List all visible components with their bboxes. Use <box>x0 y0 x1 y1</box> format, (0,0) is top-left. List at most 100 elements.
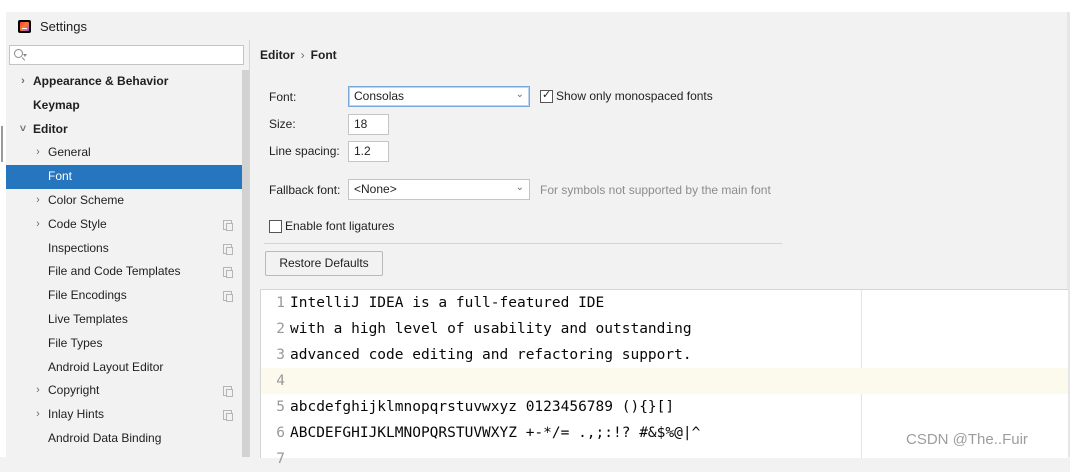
sidebar-item-label: Appearance & Behavior <box>33 74 169 88</box>
settings-search-input[interactable] <box>9 45 244 65</box>
restore-defaults-button[interactable]: Restore Defaults <box>265 251 383 276</box>
settings-sidebar: › Appearance & Behavior Keymap ˅ Editor › Gene… <box>6 40 250 457</box>
chevron-right-icon[interactable]: › <box>33 213 43 237</box>
line-spacing-value: 1.2 <box>354 144 371 158</box>
line-number: 6 <box>276 425 285 441</box>
breadcrumb-current: Font <box>310 48 337 62</box>
sidebar-item-label: Color Scheme <box>48 192 125 207</box>
sidebar-item-font[interactable]: Font <box>6 165 242 189</box>
breadcrumb-parent[interactable]: Editor <box>260 48 295 62</box>
window-title: Settings <box>40 19 87 34</box>
settings-content: Editor › Font Font: Consolas ⌄ ✓ Show only… <box>250 40 1068 467</box>
preview-line-text: IntelliJ IDEA is a full-featured IDE <box>290 295 605 311</box>
edge-mark <box>1 126 3 162</box>
top-strip <box>0 0 1070 12</box>
preview-line[interactable]: 5 abcdefghijklmnopqrstuvwxyz 0123456789 (… <box>261 394 1068 420</box>
preview-line-text: abcdefghijklmnopqrstuvwxyz 0123456789 ()… <box>290 399 675 415</box>
sidebar-item-android-layout-editor[interactable]: Android Layout Editor <box>6 356 242 380</box>
sidebar-item-color-scheme[interactable]: › Color Scheme <box>6 189 242 213</box>
chevron-right-icon[interactable]: › <box>33 403 43 427</box>
section-divider <box>264 243 782 244</box>
preview-line[interactable]: 4 <box>261 368 1068 394</box>
chevron-down-icon: ⌄ <box>515 182 524 193</box>
project-scope-icon <box>223 219 233 231</box>
sidebar-item-live-templates[interactable]: Live Templates <box>6 308 242 332</box>
fallback-font-label: Fallback font: <box>269 183 341 197</box>
fallback-font-hint: For symbols not supported by the main fo… <box>540 183 771 197</box>
scrollbar-thumb[interactable] <box>242 70 249 457</box>
preview-line[interactable]: 2 with a high level of usability and outs… <box>261 316 1068 342</box>
line-spacing-input[interactable]: 1.2 <box>348 141 389 162</box>
sidebar-item-editor[interactable]: ˅ Editor <box>6 118 242 142</box>
sidebar-item-keymap[interactable]: Keymap <box>6 94 242 118</box>
sidebar-item-file-encodings[interactable]: File Encodings <box>6 284 242 308</box>
sidebar-scrollbar[interactable] <box>242 70 249 457</box>
preview-line-text: with a high level of usability and outst… <box>290 321 692 337</box>
preview-line-text: advanced code editing and refactoring su… <box>290 347 692 363</box>
sidebar-item-label: Inlay Hints <box>48 407 105 422</box>
ligatures-checkbox[interactable] <box>269 220 282 233</box>
size-value: 18 <box>354 117 368 131</box>
size-input[interactable]: 18 <box>348 114 389 135</box>
line-number: 5 <box>276 399 285 415</box>
sidebar-item-inlay-hints[interactable]: › Inlay Hints <box>6 403 242 427</box>
line-number: 3 <box>276 347 285 363</box>
title-bar: Settings <box>6 12 1067 40</box>
sidebar-item-label: File Encodings <box>48 288 127 303</box>
project-scope-icon <box>223 267 233 279</box>
checkmark-icon: ✓ <box>542 89 552 101</box>
font-select-value: Consolas <box>354 89 405 103</box>
settings-tree: › Appearance & Behavior Keymap ˅ Editor › Gene… <box>6 70 242 451</box>
breadcrumb: Editor › Font <box>260 48 337 62</box>
sidebar-item-label: File and Code Templates <box>48 264 181 279</box>
font-label: Font: <box>269 90 297 104</box>
sidebar-item-general[interactable]: › General <box>6 141 242 165</box>
project-scope-icon <box>223 386 233 398</box>
sidebar-item-appearance-behavior[interactable]: › Appearance & Behavior <box>6 70 242 94</box>
ligatures-label[interactable]: Enable font ligatures <box>285 219 394 233</box>
watermark: CSDN @The..Fuir <box>906 431 1028 448</box>
fallback-font-value: <None> <box>354 182 397 196</box>
chevron-right-icon[interactable]: › <box>33 189 43 213</box>
preview-line[interactable]: 3 advanced code editing and refactoring s… <box>261 342 1068 368</box>
sidebar-item-copyright[interactable]: › Copyright <box>6 379 242 403</box>
chevron-down-icon[interactable]: ˅ <box>18 118 28 142</box>
sidebar-item-label: Android Layout Editor <box>48 359 164 374</box>
line-number: 7 <box>276 451 285 467</box>
preview-line-text: ABCDEFGHIJKLMNOPQRSTUVWXYZ +-*/= .,;:!? … <box>290 425 701 441</box>
line-number: 4 <box>276 373 285 389</box>
sidebar-item-label: Font <box>48 169 73 184</box>
sidebar-item-code-style[interactable]: › Code Style <box>6 213 242 237</box>
sidebar-item-label: Editor <box>33 121 68 136</box>
breadcrumb-separator: › <box>300 48 305 62</box>
mono-only-label[interactable]: Show only monospaced fonts <box>556 89 713 103</box>
sidebar-item-label: Inspections <box>48 240 109 255</box>
chevron-right-icon[interactable]: › <box>18 70 28 94</box>
sidebar-item-label: File Types <box>48 335 103 350</box>
chevron-right-icon[interactable]: › <box>33 379 43 403</box>
mono-only-checkbox[interactable]: ✓ <box>540 89 553 103</box>
preview-line[interactable]: 7 <box>261 446 1068 472</box>
chevron-right-icon[interactable]: › <box>33 141 43 165</box>
sidebar-item-label: General <box>48 145 91 160</box>
sidebar-item-label: Android Data Binding <box>48 430 162 445</box>
chevron-down-icon: ⌄ <box>515 89 524 100</box>
project-scope-icon <box>223 410 233 422</box>
sidebar-item-android-data-binding[interactable]: Android Data Binding <box>6 427 242 451</box>
preview-line[interactable]: 1 IntelliJ IDEA is a full-featured IDE <box>261 290 1068 316</box>
sidebar-item-file-types[interactable]: File Types <box>6 332 242 356</box>
fallback-font-select[interactable]: <None> ⌄ <box>348 179 530 200</box>
search-icon <box>14 49 23 58</box>
sidebar-item-file-and-code-templates[interactable]: File and Code Templates <box>6 260 242 284</box>
project-scope-icon <box>223 291 233 303</box>
sidebar-item-label: Copyright <box>48 383 100 398</box>
sidebar-item-label: Live Templates <box>48 311 128 326</box>
intellij-app-icon <box>18 20 31 33</box>
sidebar-item-inspections[interactable]: Inspections <box>6 237 242 261</box>
line-number: 1 <box>276 295 285 311</box>
line-spacing-label: Line spacing: <box>269 144 340 158</box>
sidebar-item-label: Code Style <box>48 216 107 231</box>
font-select[interactable]: Consolas ⌄ <box>348 86 530 107</box>
sidebar-item-label: Keymap <box>33 97 80 112</box>
search-options-icon[interactable] <box>23 54 27 57</box>
